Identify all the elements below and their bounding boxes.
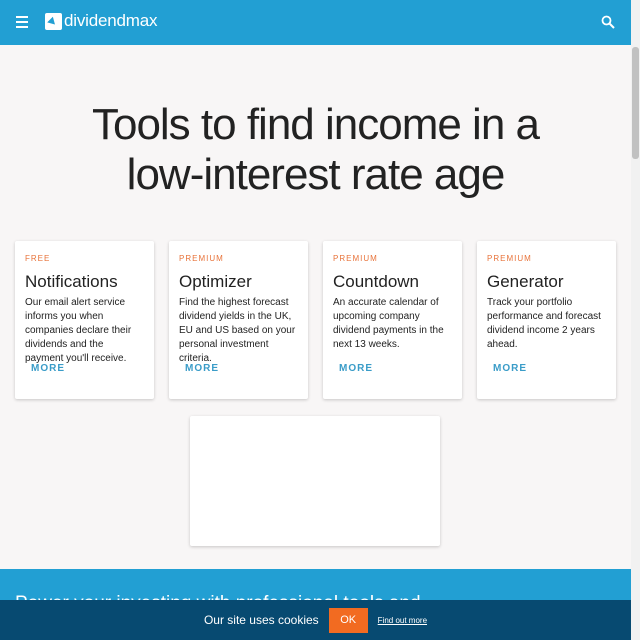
menu-icon[interactable] (16, 15, 28, 29)
card-body: An accurate calendar of upcoming company… (333, 297, 444, 350)
top-app-bar: dividendmax (0, 0, 631, 45)
card-generator: PREMIUM Generator Track your portfolio p… (477, 241, 616, 399)
card-tier: PREMIUM (179, 254, 224, 263)
card-body: Find the highest forecast dividend yield… (179, 297, 296, 364)
card-body: Our email alert service informs you when… (25, 297, 132, 364)
cookie-banner: Our site uses cookies OK Find out more (0, 600, 631, 640)
hero-heading: Tools to find income in a low-interest r… (0, 100, 631, 200)
card-tier: FREE (25, 254, 51, 263)
card-title: Notifications (25, 272, 118, 291)
card-tier: PREMIUM (333, 254, 378, 263)
search-icon[interactable] (601, 15, 615, 29)
card-title: Countdown (333, 272, 420, 291)
cookie-ok-button[interactable]: OK (328, 607, 368, 633)
logo-icon (45, 12, 62, 30)
card-title: Generator (487, 272, 564, 291)
scrollbar-thumb[interactable] (632, 47, 639, 159)
empty-card (190, 416, 440, 546)
more-button[interactable]: MORE (339, 363, 373, 374)
find-out-more-link[interactable]: Find out more (378, 616, 427, 625)
more-button[interactable]: MORE (31, 363, 65, 374)
card-notifications: FREE Notifications Our email alert servi… (15, 241, 154, 399)
more-button[interactable]: MORE (185, 363, 219, 374)
card-title: Optimizer (179, 272, 252, 291)
scrollbar[interactable] (631, 0, 640, 640)
hero-line-1: Tools to find income in a (91, 100, 540, 149)
card-optimizer: PREMIUM Optimizer Find the highest forec… (169, 241, 308, 399)
hero-line-2: low-interest rate age (126, 150, 506, 199)
logo[interactable]: dividendmax (45, 11, 157, 31)
brand-name: dividendmax (64, 11, 158, 30)
card-countdown: PREMIUM Countdown An accurate calendar o… (323, 241, 462, 399)
cookie-text: Our site uses cookies (203, 613, 319, 627)
more-button[interactable]: MORE (493, 363, 527, 374)
card-tier: PREMIUM (487, 254, 532, 263)
card-body: Track your portfolio performance and for… (487, 297, 601, 350)
